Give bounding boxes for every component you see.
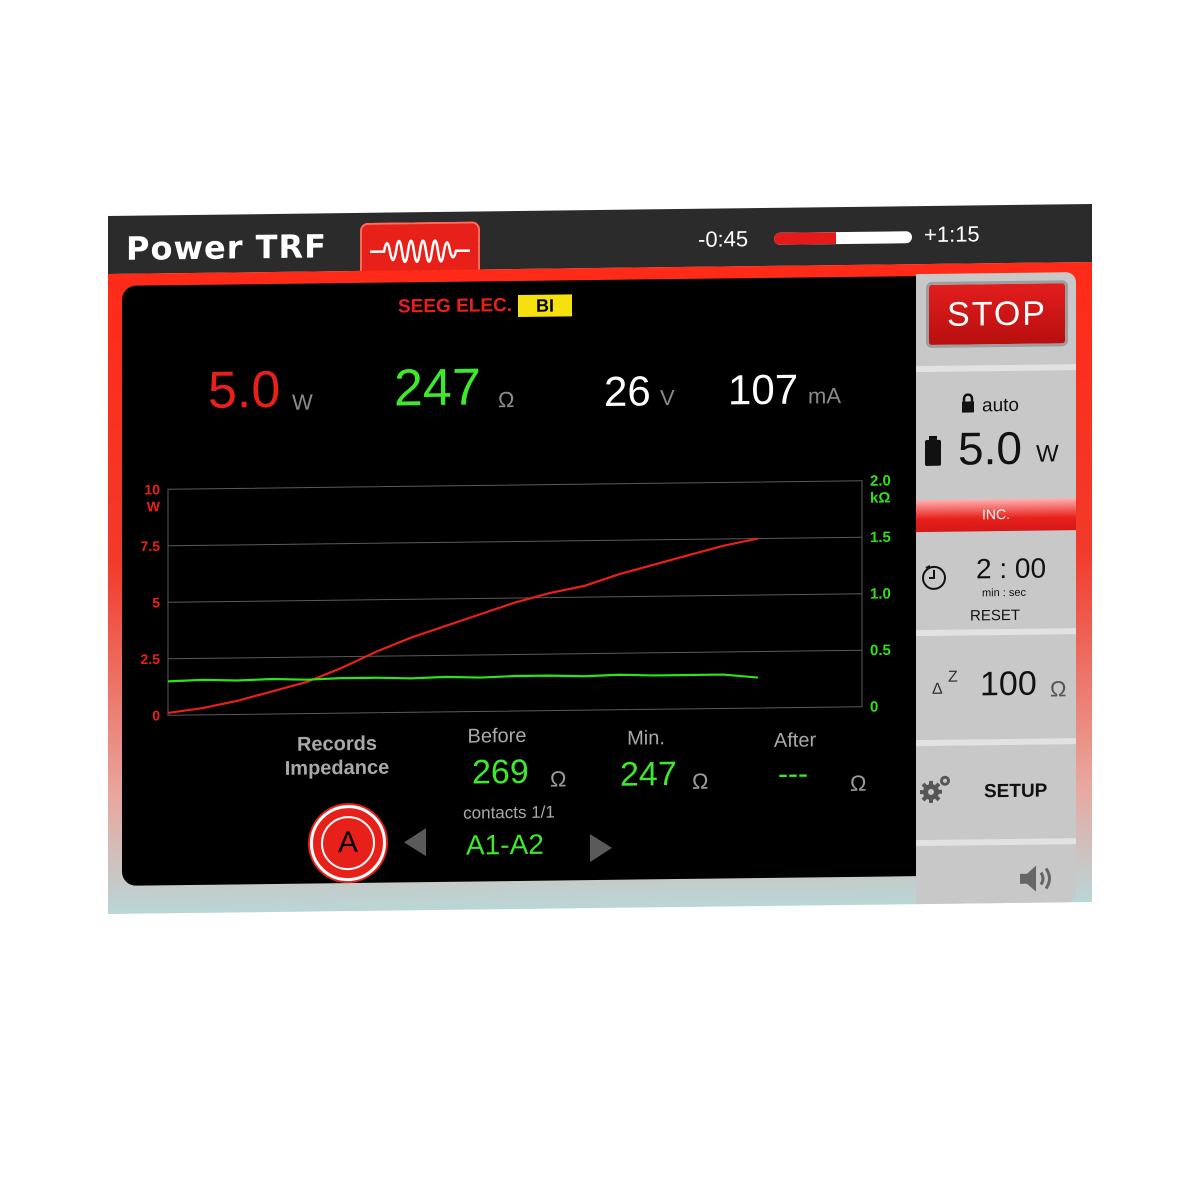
channel-a-label: A [321, 815, 375, 871]
stop-button[interactable]: STOP [926, 280, 1068, 349]
gear-icon [920, 775, 950, 803]
right-axis-unit: kΩ [870, 489, 890, 506]
timer-icon [922, 565, 946, 590]
power-series-line [167, 537, 759, 715]
current-reading: 107 [728, 365, 799, 414]
main-display: SEEG ELEC. BI 5.0 W 247 Ω 26 V 107 mA 10… [122, 276, 922, 886]
svg-text:Z: Z [948, 669, 958, 686]
voltage-unit: V [660, 385, 675, 411]
lock-icon[interactable] [960, 393, 976, 413]
mode-badge: BI [518, 294, 572, 317]
mode-label: SEEG ELEC. [398, 295, 513, 318]
session-progress-bar [774, 231, 912, 245]
reset-button[interactable]: RESET [970, 607, 1020, 625]
right-axis-tick: 1.5 [870, 529, 891, 546]
after-value: --- [778, 757, 808, 791]
contacts-counter: contacts 1/1 [463, 802, 555, 823]
impedance-series-line [167, 673, 759, 683]
before-value: 269 [472, 752, 529, 792]
separator [916, 364, 1076, 373]
impedance-reading: 247 [394, 358, 481, 418]
separator [916, 628, 1076, 637]
lock-mode-label: auto [982, 394, 1019, 417]
separator [916, 738, 1076, 747]
left-axis-tick: 7.5 [141, 538, 161, 554]
main-frame: SEEG ELEC. BI 5.0 W 247 Ω 26 V 107 mA 10… [108, 261, 1092, 915]
impedance-unit: Ω [498, 387, 515, 413]
grid-line [168, 649, 862, 660]
power-impedance-chart: 10 2.0 7.5 1.5 5 1.0 2.5 0.5 0 0 W kΩ [141, 472, 891, 723]
timer-units: min : sec [982, 586, 1027, 600]
threshold-value[interactable]: 100 [980, 665, 1037, 705]
power-unit: W [292, 389, 313, 415]
left-axis-tick: 2.5 [141, 651, 161, 667]
right-axis-tick: 2.0 [870, 472, 891, 489]
sleep-threshold-icon: Δ Z [932, 669, 958, 696]
min-unit: Ω [692, 768, 709, 794]
min-value: 247 [620, 755, 677, 794]
increment-button[interactable]: INC. [916, 498, 1076, 533]
device-screen: Power TRF -0:45 +1:15 SEEG ELEC. BI 5.0 … [108, 196, 1092, 948]
svg-text:Δ: Δ [932, 681, 943, 696]
threshold-unit: Ω [1050, 676, 1067, 702]
voltage-reading: 26 [604, 367, 651, 415]
time-extension: +1:15 [924, 221, 980, 248]
left-axis-tick: 0 [152, 707, 160, 723]
power-reading: 5.0 [208, 360, 281, 420]
grid-line [168, 593, 862, 603]
progress-fill [774, 232, 837, 245]
time-remaining: -0:45 [698, 226, 749, 252]
left-axis-unit: W [147, 498, 161, 514]
left-axis-tick: 10 [144, 481, 160, 497]
before-unit: Ω [550, 766, 567, 792]
before-label: Before [467, 724, 527, 748]
target-power-unit: W [1036, 440, 1059, 468]
next-contact-arrow-icon[interactable] [590, 833, 612, 863]
right-axis-tick: 0.5 [870, 642, 891, 659]
left-axis-tick: 5 [152, 594, 160, 610]
control-sidebar: STOP auto 5.0 W INC. 2 : 00 min : sec RE… [916, 272, 1076, 905]
target-power-value[interactable]: 5.0 [958, 421, 1022, 476]
current-unit: mA [808, 383, 841, 409]
battery-icon [925, 435, 941, 466]
setup-button[interactable]: SETUP [984, 781, 1047, 804]
previous-contact-arrow-icon[interactable] [404, 828, 426, 857]
separator [916, 838, 1076, 847]
after-unit: Ω [850, 770, 867, 796]
after-label: After [773, 729, 817, 752]
contact-pair: A1-A2 [466, 828, 544, 861]
records-label-line2: Impedance [284, 756, 390, 780]
records-label-line1: Records [296, 732, 378, 756]
min-label: Min. [627, 727, 665, 750]
timer-value[interactable]: 2 : 00 [976, 553, 1046, 586]
right-axis-tick: 0 [870, 699, 878, 716]
app-title: Power TRF [126, 227, 327, 268]
channel-a-button[interactable]: A [310, 804, 386, 882]
right-axis-tick: 1.0 [870, 585, 891, 602]
speaker-icon[interactable] [1018, 862, 1058, 894]
